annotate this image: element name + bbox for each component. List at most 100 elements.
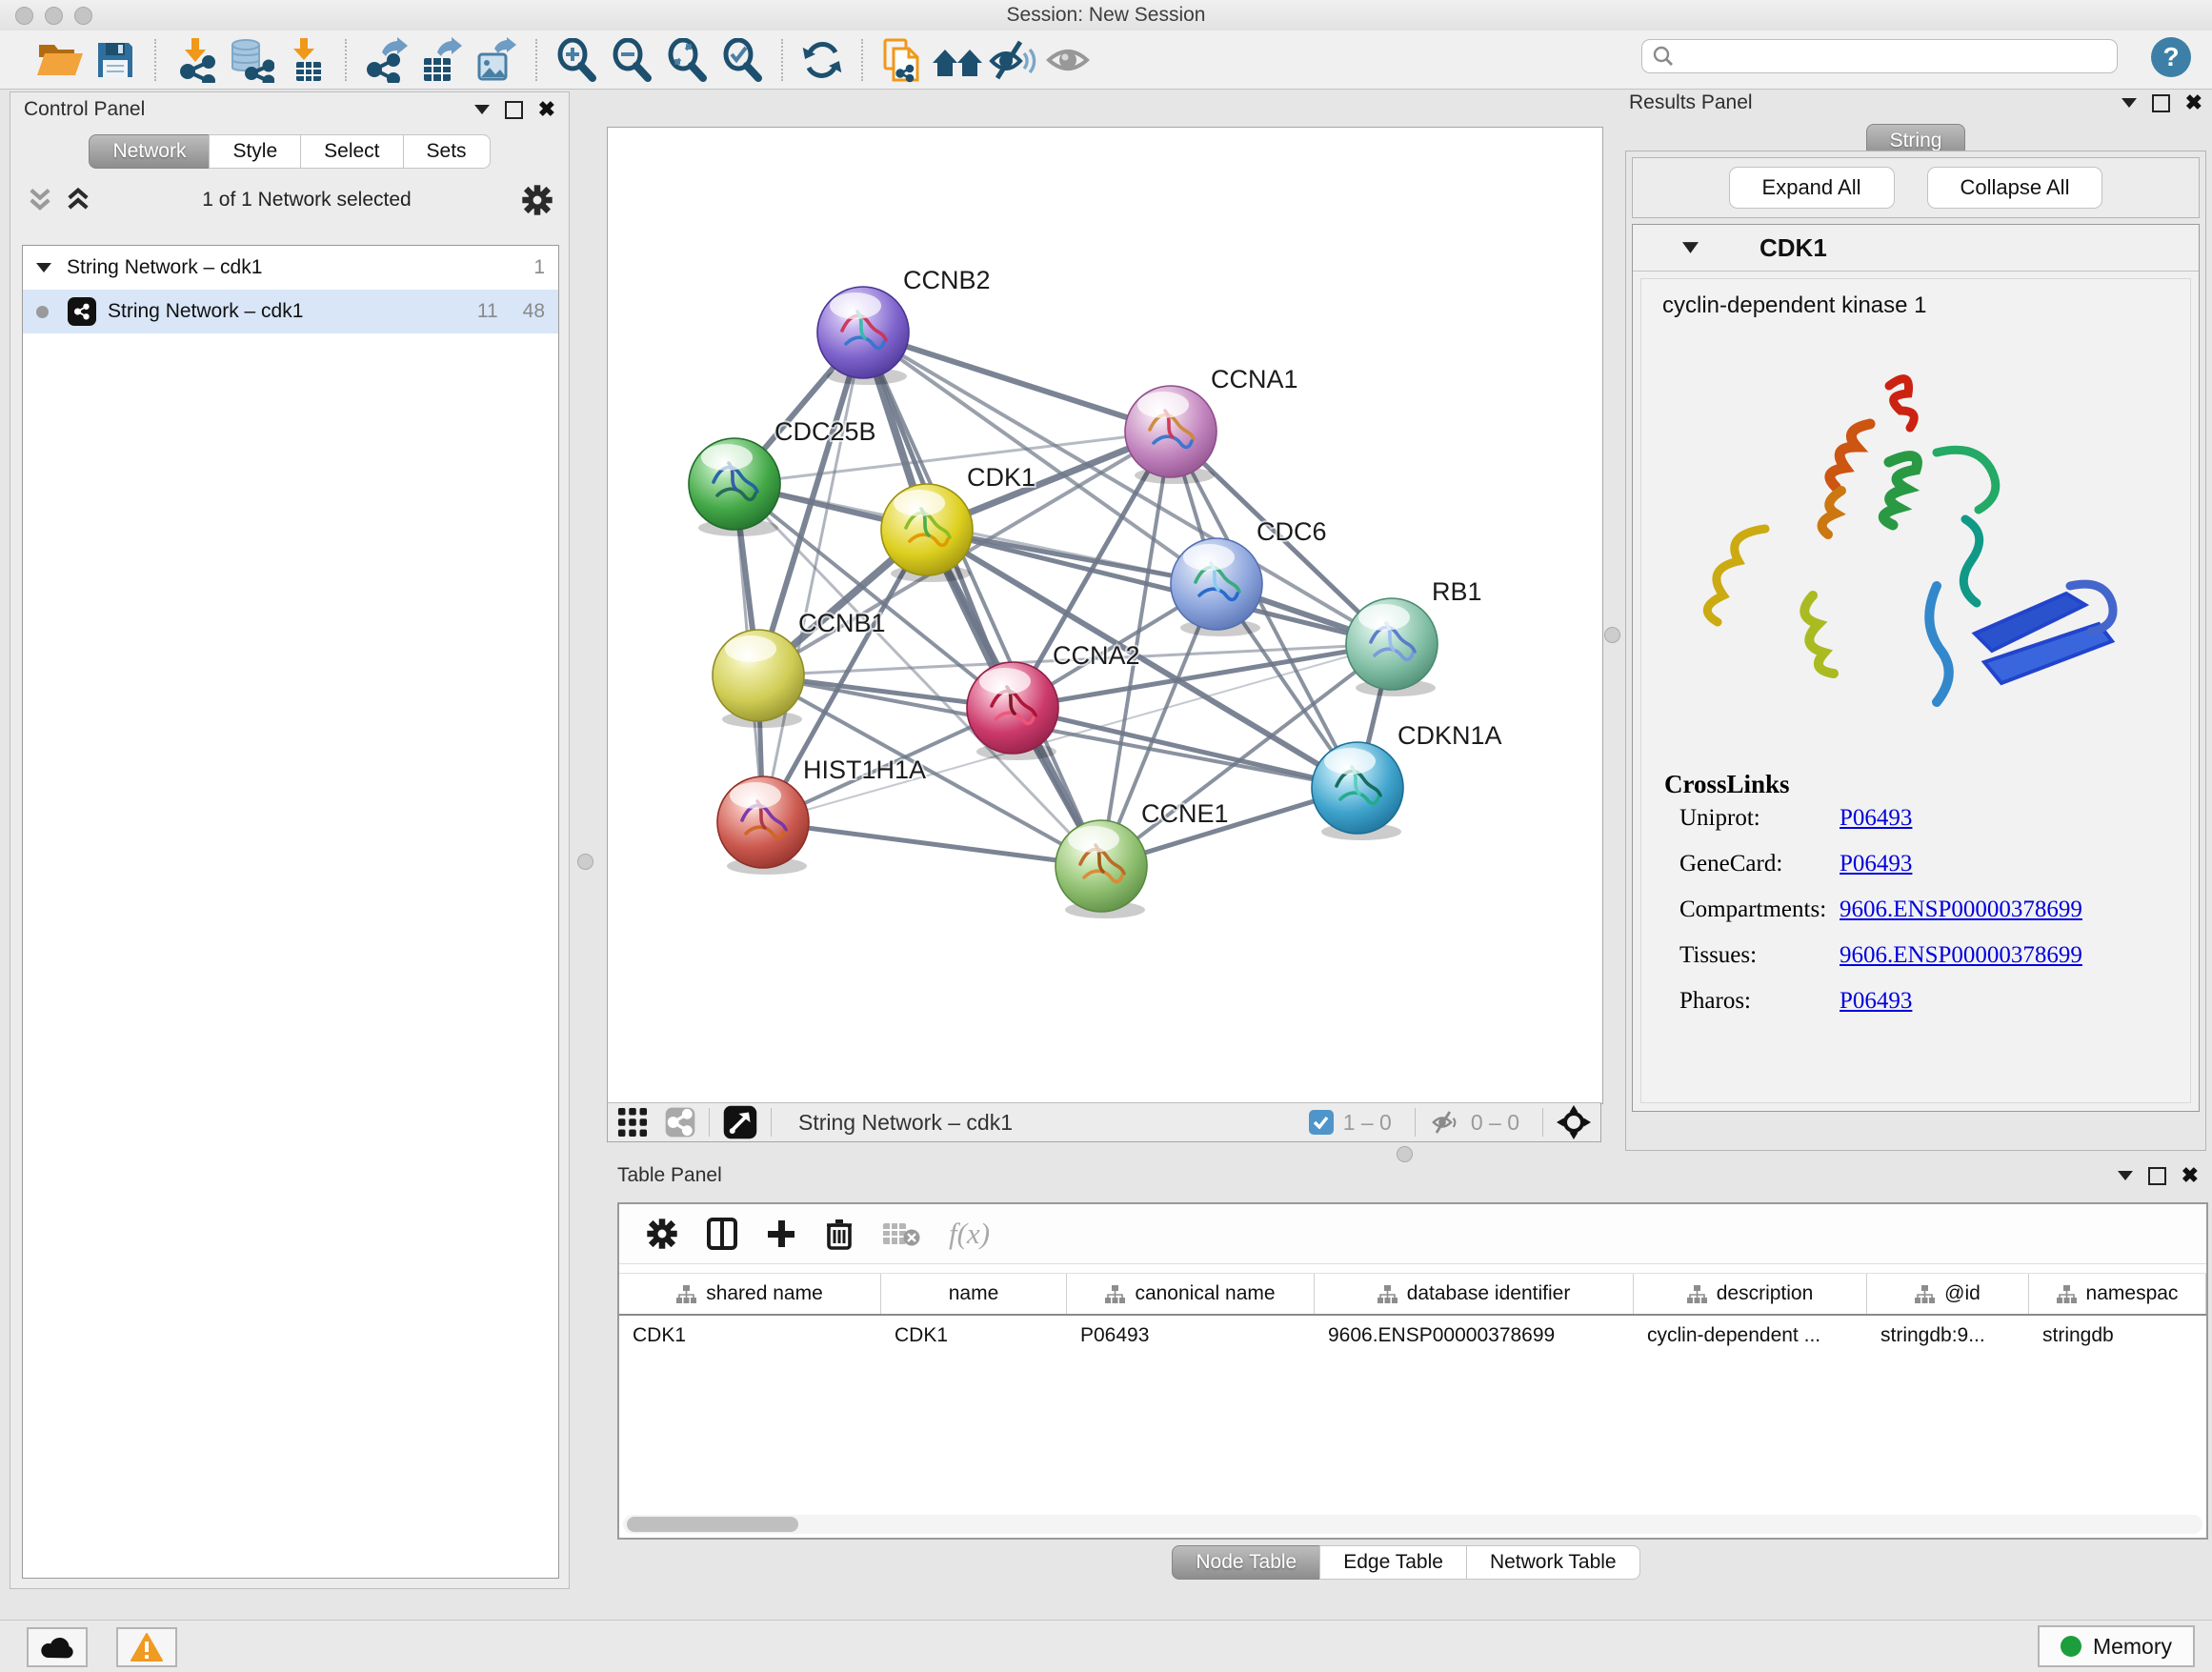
column-header-description[interactable]: description	[1634, 1274, 1867, 1314]
panel-menu-icon[interactable]	[2122, 98, 2137, 108]
selected-nodes-checkbox[interactable]	[1309, 1110, 1334, 1135]
first-neighbors-icon[interactable]	[930, 35, 985, 85]
tab-edge-table[interactable]: Edge Table	[1319, 1545, 1467, 1580]
horizontal-scrollbar[interactable]	[623, 1515, 2202, 1534]
panel-menu-icon[interactable]	[2118, 1171, 2133, 1180]
tab-network[interactable]: Network	[89, 134, 210, 169]
node-RB1[interactable]	[1346, 598, 1438, 696]
crosslink-link[interactable]: P06493	[1840, 805, 1912, 832]
export-image-icon[interactable]	[469, 35, 524, 85]
node-CDKN1A[interactable]	[1312, 742, 1403, 840]
grid-view-icon[interactable]	[617, 1107, 648, 1138]
network-canvas[interactable]: CCNB2CCNA1CDC25BCDK1CDC6RB1CCNB1CCNA2CDK…	[607, 127, 1603, 1104]
close-panel-icon[interactable]: ✖	[2182, 1165, 2199, 1186]
table-row[interactable]: CDK1CDK1P064939606.ENSP00000378699cyclin…	[619, 1316, 2206, 1356]
pan-crosshair-icon[interactable]	[1557, 1105, 1591, 1139]
left-splitter-handle[interactable]	[577, 854, 593, 870]
birds-eye-view-icon[interactable]	[723, 1105, 757, 1139]
collapse-all-button[interactable]: Collapse All	[1927, 167, 2103, 209]
open-file-icon[interactable]	[32, 35, 88, 85]
tab-sets[interactable]: Sets	[403, 134, 491, 169]
column-header-name[interactable]: name	[881, 1274, 1067, 1314]
float-panel-icon[interactable]	[2152, 94, 2170, 112]
column-header-namespac[interactable]: namespac	[2029, 1274, 2206, 1314]
table-cell[interactable]: cyclin-dependent ...	[1634, 1316, 1867, 1356]
help-button[interactable]: ?	[2151, 37, 2191, 77]
import-network-from-database-icon[interactable]	[223, 35, 278, 85]
edge-CDK1-RB1[interactable]	[927, 530, 1392, 644]
column-header-database-identifier[interactable]: database identifier	[1315, 1274, 1634, 1314]
edge-CCNE1-HIST1H1A[interactable]	[763, 822, 1101, 866]
close-panel-icon[interactable]: ✖	[538, 99, 555, 120]
close-window-button[interactable]	[15, 7, 33, 25]
zoom-selected-icon[interactable]	[714, 35, 770, 85]
add-column-icon[interactable]	[766, 1219, 796, 1249]
table-cell[interactable]: stringdb	[2029, 1316, 2206, 1356]
clone-network-icon[interactable]	[875, 35, 930, 85]
edge-CCNA2-CDKN1A[interactable]	[1013, 708, 1357, 788]
tab-select[interactable]: Select	[300, 134, 403, 169]
right-splitter-handle[interactable]	[1604, 627, 1620, 643]
crosslink-link[interactable]: P06493	[1840, 988, 1912, 1015]
column-header-shared-name[interactable]: shared name	[619, 1274, 881, 1314]
export-network-icon[interactable]	[358, 35, 413, 85]
node-CCNA1[interactable]	[1125, 386, 1217, 484]
minimize-window-button[interactable]	[45, 7, 63, 25]
node-CCNE1[interactable]	[1056, 820, 1147, 918]
delete-column-icon[interactable]	[825, 1218, 854, 1250]
panel-menu-icon[interactable]	[474, 105, 490, 114]
edge-CCNB2-CCNA1[interactable]	[863, 332, 1171, 432]
table-cell[interactable]: CDK1	[619, 1316, 881, 1356]
network-collection-row[interactable]: String Network – cdk1 1	[23, 246, 558, 290]
table-cell[interactable]: CDK1	[881, 1316, 1067, 1356]
network-row-selected[interactable]: String Network – cdk1 11 48	[23, 290, 558, 333]
expand-all-button[interactable]: Expand All	[1729, 167, 1895, 209]
table-cell[interactable]: P06493	[1067, 1316, 1315, 1356]
memory-button[interactable]: Memory	[2038, 1625, 2195, 1667]
node-CDC25B[interactable]	[689, 438, 780, 536]
warning-status-button[interactable]	[116, 1627, 177, 1667]
collapse-all-icon[interactable]	[26, 186, 54, 214]
gear-icon[interactable]	[521, 184, 553, 216]
table-cell[interactable]: 9606.ENSP00000378699	[1315, 1316, 1634, 1356]
column-header--id[interactable]: @id	[1867, 1274, 2029, 1314]
network-type-badge-icon[interactable]	[665, 1107, 695, 1138]
hide-selected-icon[interactable]	[985, 35, 1040, 85]
node-CCNA2[interactable]	[967, 662, 1058, 760]
node-CDC6[interactable]	[1171, 538, 1262, 636]
node-CCNB1[interactable]	[713, 630, 804, 728]
float-panel-icon[interactable]	[505, 101, 523, 119]
float-panel-icon[interactable]	[2148, 1167, 2166, 1185]
tab-network-table[interactable]: Network Table	[1466, 1545, 1640, 1580]
tab-node-table[interactable]: Node Table	[1172, 1545, 1320, 1580]
zoom-in-icon[interactable]	[549, 35, 604, 85]
table-cell[interactable]: stringdb:9...	[1867, 1316, 2029, 1356]
apply-layout-icon[interactable]	[794, 35, 850, 85]
show-all-icon[interactable]	[1040, 35, 1096, 85]
zoom-fit-icon[interactable]	[659, 35, 714, 85]
cloud-status-button[interactable]	[27, 1627, 88, 1667]
crosslink-link[interactable]: 9606.ENSP00000378699	[1840, 896, 2082, 923]
save-session-icon[interactable]	[88, 35, 143, 85]
collapse-entry-icon[interactable]	[1682, 242, 1699, 253]
scrollbar-thumb[interactable]	[627, 1517, 798, 1532]
node-HIST1H1A[interactable]	[717, 776, 809, 875]
maximize-window-button[interactable]	[74, 7, 92, 25]
import-network-from-file-icon[interactable]	[168, 35, 223, 85]
toolbar-search[interactable]	[1641, 39, 2118, 73]
collection-expand-icon[interactable]	[36, 262, 51, 273]
search-input[interactable]	[1675, 45, 2088, 69]
table-settings-gear-icon[interactable]	[646, 1218, 678, 1250]
import-table-from-file-icon[interactable]	[278, 35, 333, 85]
export-table-icon[interactable]	[413, 35, 469, 85]
column-header-canonical-name[interactable]: canonical name	[1067, 1274, 1315, 1314]
crosslink-link[interactable]: P06493	[1840, 851, 1912, 877]
gene-card-header[interactable]: CDK1	[1633, 225, 2199, 272]
edge-CCNB2-CCNE1[interactable]	[863, 332, 1101, 866]
zoom-out-icon[interactable]	[604, 35, 659, 85]
tab-style[interactable]: Style	[209, 134, 301, 169]
traffic-lights[interactable]	[15, 7, 92, 25]
close-panel-icon[interactable]: ✖	[2185, 92, 2202, 113]
expand-all-icon[interactable]	[64, 186, 92, 214]
crosslink-link[interactable]: 9606.ENSP00000378699	[1840, 942, 2082, 969]
